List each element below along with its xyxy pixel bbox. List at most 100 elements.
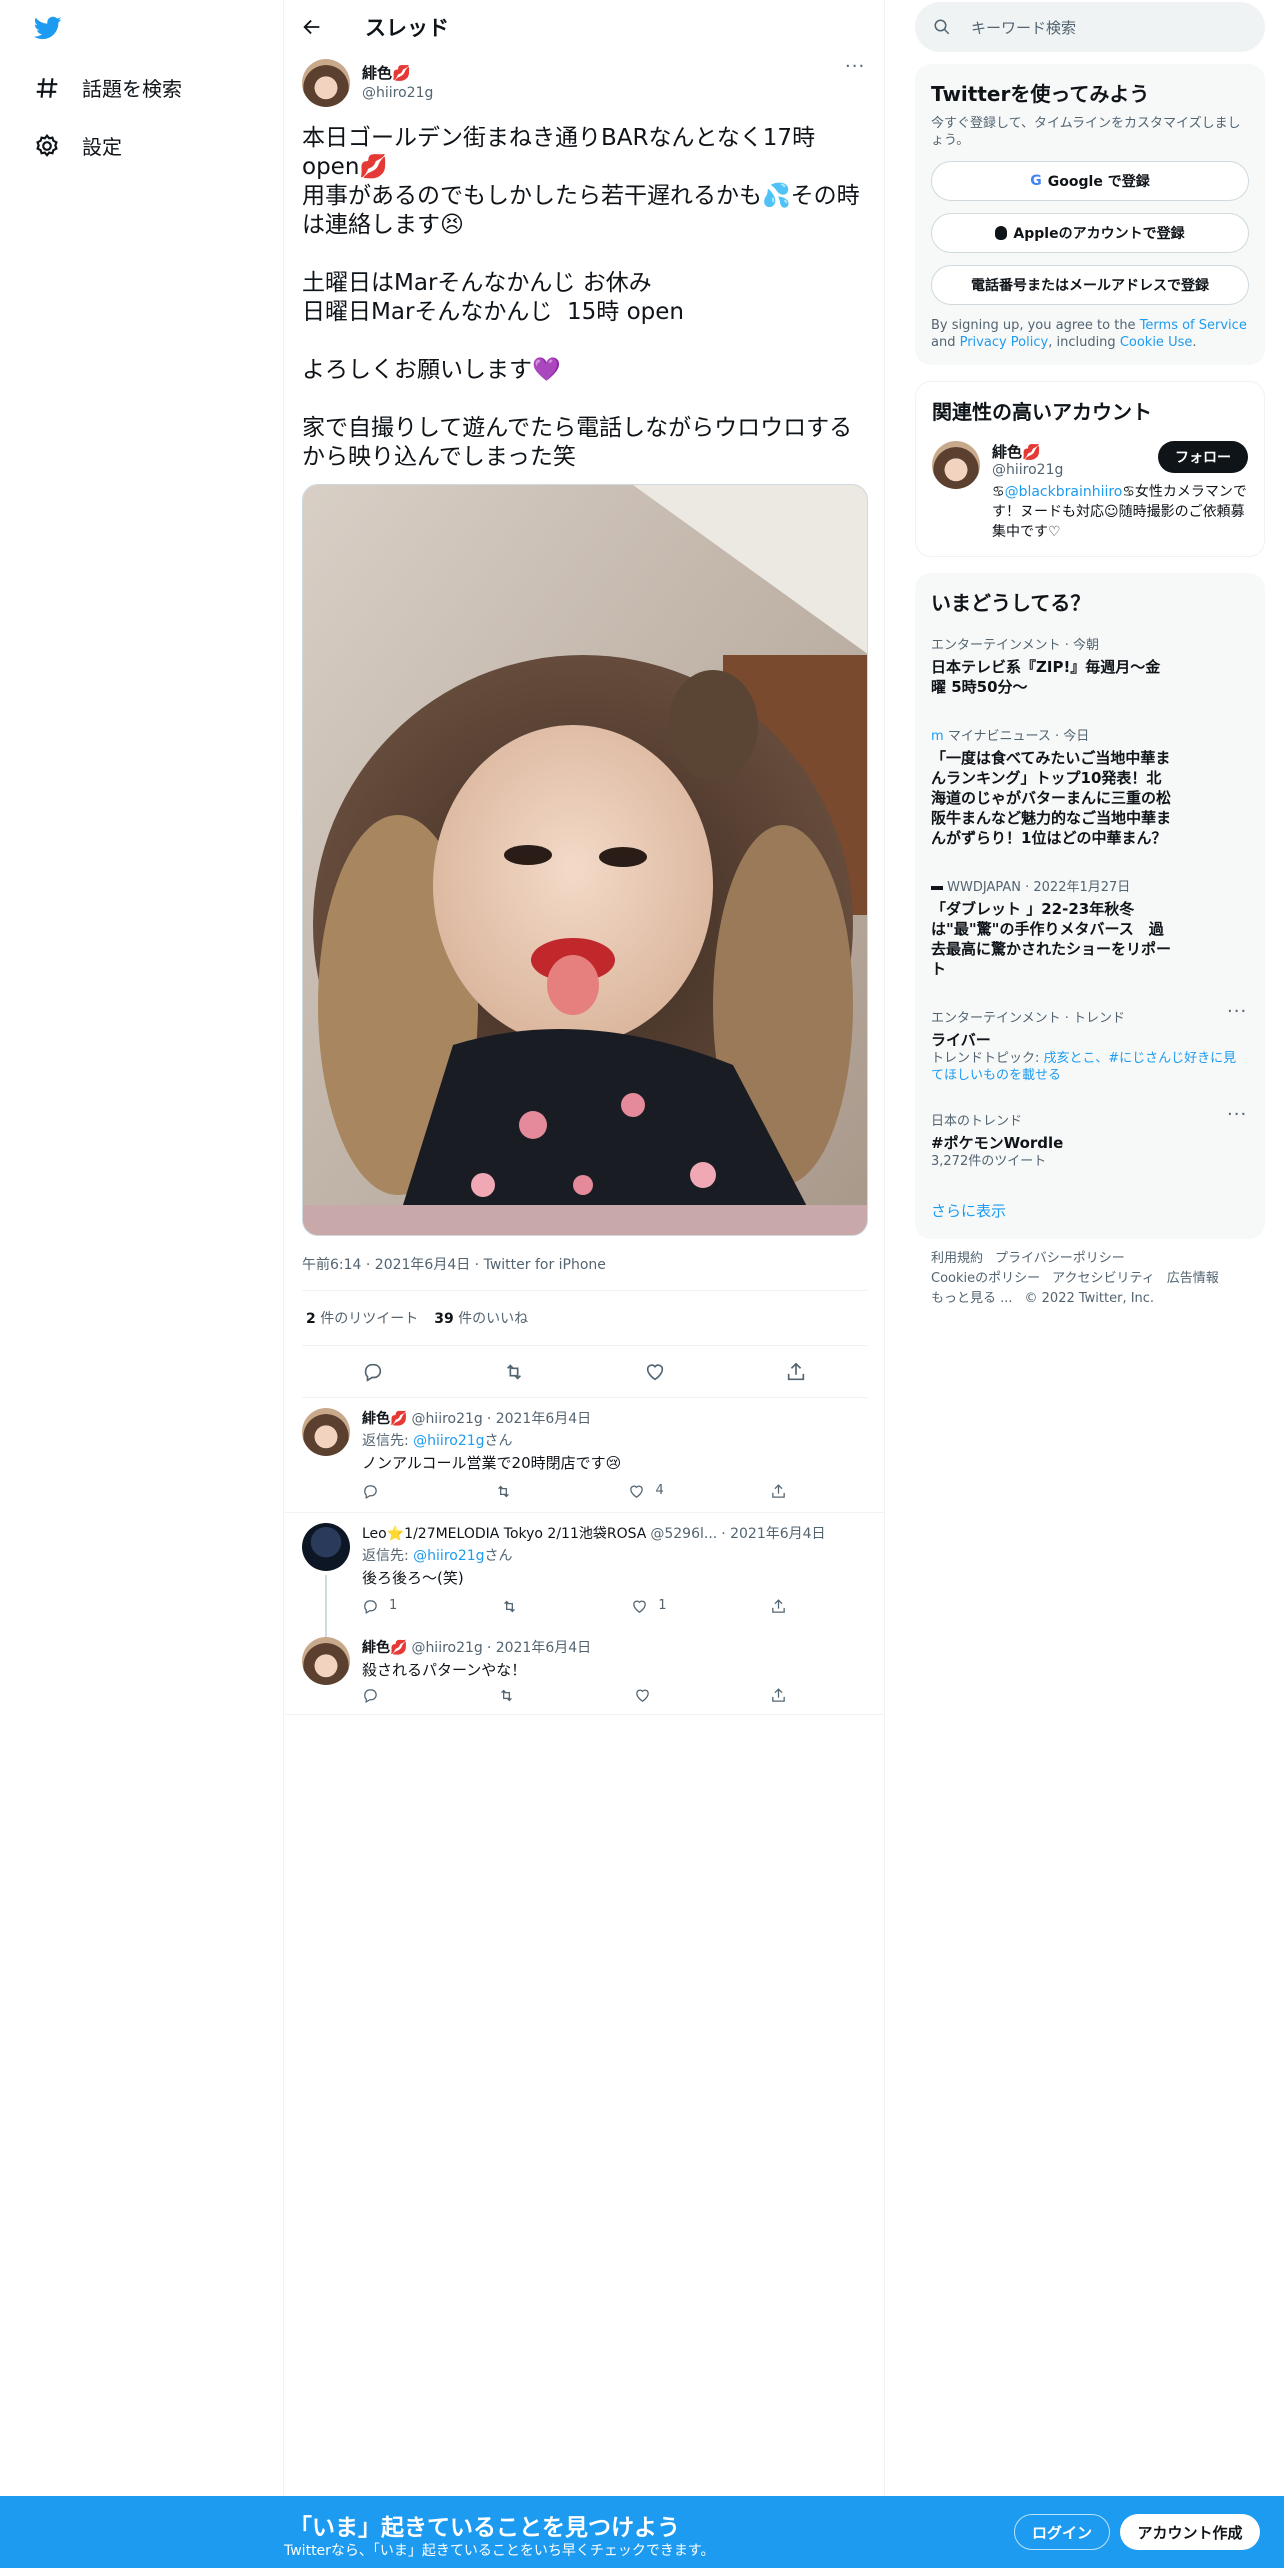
show-more-link[interactable]: さらに表示	[931, 1200, 1249, 1221]
trend-extra: トレンドトピック: 戌亥とこ、#にじさんじ好きに見てほしいものを載せる	[931, 1050, 1249, 1084]
footer-link[interactable]: 利用規約	[931, 1251, 983, 1266]
like-icon	[630, 1485, 644, 1498]
search-placeholder: キーワード検索	[971, 18, 1077, 37]
news-source-icon: m	[931, 729, 944, 744]
related-account[interactable]: 緋色💋 @hiiro21g ♋@blackbrainhiiro♋女性カメラマンで…	[932, 441, 1248, 542]
login-button[interactable]: ログイン	[1014, 2514, 1110, 2550]
signup-banner: 「いま」起きていることを見つけよう Twitterなら、「いま」起きていることを…	[0, 2496, 1284, 2568]
tweet-actions	[302, 1346, 867, 1398]
reply-actions: 4	[362, 1480, 787, 1502]
reply-button[interactable]: 1	[362, 1595, 397, 1617]
retweet-icon[interactable]	[503, 1361, 525, 1383]
trend-text: 「ダブレット 」22-23年秋冬は"最"驚"の手作りメタバース 過去最高に驚かさ…	[931, 900, 1172, 978]
twitter-logo-icon[interactable]	[32, 14, 64, 42]
reply-tweet[interactable]: Leo⭐1/27MELODIA Tokyo 2/11池袋ROSA @5296l.…	[285, 1513, 884, 1661]
share-icon[interactable]	[785, 1361, 807, 1383]
reply-author-name[interactable]: 緋色💋	[362, 1408, 407, 1430]
avatar[interactable]	[302, 1408, 350, 1456]
share-button[interactable]	[770, 1687, 787, 1704]
trend-item[interactable]: WWDJAPAN · 2022年1月27日 「ダブレット 」22-23年秋冬は"…	[931, 876, 1249, 979]
privacy-link[interactable]: Privacy Policy	[960, 335, 1049, 350]
reply-text: 後ろ後ろ～(笑)	[362, 1569, 464, 1587]
phone-signup-button[interactable]: 電話番号またはメールアドレスで登録	[931, 265, 1249, 305]
back-arrow-icon[interactable]	[301, 16, 323, 38]
tos-part: , including	[1048, 335, 1120, 350]
reply-date[interactable]: · 2021年6月4日	[487, 1408, 591, 1430]
avatar[interactable]	[302, 1637, 350, 1685]
tweet-timestamp[interactable]: 午前6:14 · 2021年6月4日 · Twitter for iPhone	[302, 1254, 867, 1291]
more-options-icon[interactable]: ···	[1227, 1003, 1249, 1021]
reply-date[interactable]: · 2021年6月4日	[721, 1523, 825, 1545]
footer-link[interactable]: Cookieのポリシー	[931, 1271, 1040, 1286]
nav-explore[interactable]: 話題を検索	[34, 73, 182, 102]
reply-icon[interactable]	[362, 1361, 384, 1383]
tweet-stats: 2 件のリツイート 39 件のいいね	[302, 1291, 867, 1346]
reply-to-link[interactable]: @hiiro21g	[413, 1433, 484, 1449]
thread-column: スレッド 緋色💋 @hiiro21g ··· 本日ゴールデン街まねき通りBARな…	[285, 0, 885, 2500]
reply-count: 1	[389, 1598, 398, 1613]
search-icon	[934, 19, 950, 35]
like-button[interactable]	[634, 1687, 661, 1704]
like-icon[interactable]	[644, 1361, 666, 1383]
share-button[interactable]	[770, 1480, 787, 1502]
author-name[interactable]: 緋色💋	[362, 63, 433, 83]
footer-link[interactable]: 広告情報	[1167, 1271, 1219, 1286]
trend-item[interactable]: m マイナビニュース · 今日 「一度は食べてみたいご当地中華まんランキング」ト…	[931, 725, 1249, 848]
more-options-icon[interactable]: ···	[845, 58, 867, 76]
like-stat[interactable]: 39 件のいいね	[434, 1308, 528, 1328]
copyright: © 2022 Twitter, Inc.	[1024, 1291, 1155, 1306]
trend-context: エンターテインメント · 今朝	[931, 638, 1100, 653]
trend-text: 「一度は食べてみたいご当地中華まんランキング」トップ10発表！北海道のじゃがバタ…	[931, 749, 1172, 847]
like-button[interactable]: 4	[628, 1480, 664, 1502]
reply-author-handle[interactable]: @hiiro21g	[411, 1408, 482, 1430]
footer-link[interactable]: アクセシビリティ	[1052, 1271, 1155, 1286]
avatar[interactable]	[302, 1523, 350, 1571]
search-box[interactable]: キーワード検索	[915, 2, 1265, 52]
reply-author-name[interactable]: Leo⭐1/27MELODIA Tokyo 2/11池袋ROSA	[362, 1523, 646, 1545]
trend-item[interactable]: 日本のトレンド ··· #ポケモンWordle 3,272件のツイート	[931, 1106, 1249, 1170]
tweet-author: 緋色💋 @hiiro21g ···	[302, 54, 867, 112]
retweet-button[interactable]	[501, 1595, 528, 1617]
footer-link[interactable]: プライバシーポリシー	[995, 1251, 1125, 1266]
reply-date[interactable]: · 2021年6月4日	[487, 1637, 591, 1659]
avatar[interactable]	[302, 59, 350, 107]
bio-link[interactable]: @blackbrainhiiro	[1005, 484, 1123, 500]
reply-button[interactable]	[362, 1480, 389, 1502]
like-button[interactable]: 1	[631, 1595, 667, 1617]
more-options-icon[interactable]: ···	[1227, 1106, 1249, 1124]
create-account-button[interactable]: アカウント作成	[1120, 2514, 1260, 2550]
terms-link[interactable]: Terms of Service	[1140, 318, 1247, 333]
trends-title: いまどうしてる？	[931, 591, 1091, 615]
left-nav: 話題を検索 設定	[0, 0, 284, 2568]
reply-tweet[interactable]: 緋色💋 @hiiro21g · 2021年6月4日 返信先: @hiiro21g…	[285, 1398, 884, 1513]
footer-link[interactable]: もっと見る ...	[931, 1291, 1013, 1306]
retweet-button[interactable]	[495, 1480, 522, 1502]
retweet-button[interactable]	[498, 1687, 525, 1704]
trend-item[interactable]: エンターテインメント · 今朝 日本テレビ系『ZIP!』毎週月〜金曜 5時50分…	[931, 634, 1249, 697]
hashtag-icon	[36, 77, 58, 98]
apple-signup-button[interactable]: Appleのアカウントで登録	[931, 213, 1249, 253]
reply-tweet[interactable]: 緋色💋 @hiiro21g · 2021年6月4日 殺されるパターンやな！	[285, 1627, 884, 1715]
reply-button[interactable]	[362, 1687, 389, 1704]
author-handle[interactable]: @hiiro21g	[362, 83, 433, 103]
reply-author-name[interactable]: 緋色💋	[362, 1637, 407, 1659]
trend-item[interactable]: エンターテインメント · トレンド ··· ライバー トレンドトピック: 戌亥と…	[931, 1003, 1249, 1084]
tweet-photo[interactable]	[302, 484, 868, 1236]
reply-author-handle[interactable]: @hiiro21g	[411, 1637, 482, 1659]
reply-to-link[interactable]: @hiiro21g	[413, 1548, 484, 1564]
avatar[interactable]	[932, 441, 980, 489]
share-button[interactable]	[770, 1595, 787, 1617]
cookie-link[interactable]: Cookie Use	[1120, 335, 1193, 350]
tos-text: By signing up, you agree to the Terms of…	[931, 317, 1249, 351]
signup-title: Twitterを使ってみよう	[931, 82, 1150, 106]
trend-context-row: WWDJAPAN · 2022年1月27日	[931, 876, 1249, 895]
tweet-count: 3,272件のツイート	[931, 1154, 1047, 1169]
reply-author-handle[interactable]: @5296l...	[650, 1523, 717, 1545]
nav-settings[interactable]: 設定	[34, 131, 122, 160]
like-count: 1	[658, 1598, 667, 1613]
follow-button[interactable]: フォロー	[1158, 441, 1248, 473]
google-signup-button[interactable]: G Google で登録	[931, 161, 1249, 201]
retweet-stat[interactable]: 2 件のリツイート	[306, 1308, 418, 1328]
trend-context: マイナビニュース · 今日	[947, 729, 1090, 744]
google-signup-label: Google で登録	[1047, 174, 1150, 190]
